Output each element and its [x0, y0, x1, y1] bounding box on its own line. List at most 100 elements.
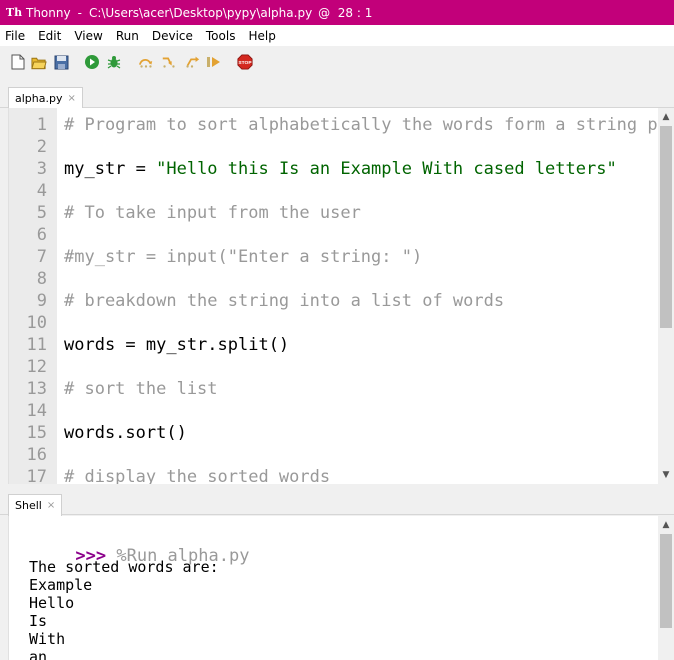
line-number: 7	[36, 247, 47, 267]
thonny-icon: Th	[5, 6, 23, 19]
resume-icon[interactable]	[206, 54, 222, 70]
title-bar[interactable]: Th Thonny - C:\Users\acer\Desktop\pypy\a…	[0, 0, 674, 25]
shell-tab-strip: Shell ×	[0, 491, 674, 516]
menu-edit[interactable]: Edit	[33, 29, 69, 43]
stop-icon[interactable]: STOP	[237, 54, 253, 70]
shell-output-line: Hello	[29, 594, 75, 612]
debug-icon[interactable]	[106, 54, 122, 70]
code-line: 6	[9, 224, 659, 246]
menu-help[interactable]: Help	[243, 29, 283, 43]
close-icon[interactable]: ×	[47, 500, 55, 511]
shell-output-line: The sorted words are:	[29, 558, 219, 576]
run-icon[interactable]	[84, 54, 100, 70]
line-number: 10	[26, 313, 47, 333]
editor-scroll-thumb[interactable]	[660, 126, 672, 328]
tab-label: Shell	[15, 499, 42, 512]
step-out-icon[interactable]	[184, 54, 200, 70]
code-line: 3 my_str = "Hello this Is an Example With…	[9, 158, 659, 180]
code-token: my_str =	[64, 159, 157, 179]
scroll-up-icon[interactable]: ▲	[658, 110, 674, 124]
tab-alpha-py[interactable]: alpha.py ×	[8, 87, 83, 109]
code-line: 5 # To take input from the user	[9, 202, 659, 224]
code-text: words.sort()	[64, 422, 187, 444]
code-token: words.sort()	[64, 423, 187, 443]
code-text: # To take input from the user	[64, 202, 361, 224]
code-text: # display the sorted words	[64, 466, 330, 484]
shell-scroll-thumb[interactable]	[660, 534, 672, 628]
line-number: 15	[26, 423, 47, 443]
code-line: 4	[9, 180, 659, 202]
shell-panel[interactable]: >>> %Run alpha.py The sorted words are: …	[8, 516, 674, 660]
shell-output-line: an	[29, 648, 48, 660]
menu-view[interactable]: View	[69, 29, 110, 43]
tab-shell[interactable]: Shell ×	[8, 494, 63, 516]
code-line: 10	[9, 312, 659, 334]
code-line: 17 # display the sorted words	[9, 466, 659, 484]
code-text: #my_str = input("Enter a string: ")	[64, 246, 422, 268]
code-text: # Program to sort alphabetically the wor…	[64, 114, 668, 136]
open-icon[interactable]	[31, 54, 47, 70]
cursor-position: @ 28 : 1	[318, 5, 373, 20]
line-number: 8	[36, 269, 47, 289]
code-line: 2	[9, 136, 659, 158]
shell-output-line: Is	[29, 612, 48, 630]
line-number: 13	[26, 379, 47, 399]
save-icon[interactable]	[53, 54, 69, 70]
close-icon[interactable]: ×	[67, 93, 75, 104]
shell-output-line: Example	[29, 576, 93, 594]
menu-device[interactable]: Device	[147, 29, 201, 43]
shell-scrollbar[interactable]: ▲	[658, 516, 674, 660]
line-number: 14	[26, 401, 47, 421]
code-comment: # display the sorted words	[64, 467, 331, 484]
code-line: 9 # breakdown the string into a list of w…	[9, 290, 659, 312]
toolbar: STOP	[0, 46, 674, 80]
code-token: words = my_str.split()	[64, 335, 290, 355]
code-line: 7 #my_str = input("Enter a string: ")	[9, 246, 659, 268]
code-line: 8	[9, 268, 659, 290]
code-comment: # To take input from the user	[64, 203, 361, 223]
menu-file[interactable]: File	[0, 29, 33, 43]
shell-output-line: With	[29, 630, 66, 648]
editor-scrollbar[interactable]: ▲ ▼	[658, 108, 674, 484]
thonny-window: Th Thonny - C:\Users\acer\Desktop\pypy\a…	[0, 0, 674, 660]
editor-tab-strip: alpha.py ×	[0, 84, 674, 109]
code-line: 13 # sort the list	[9, 378, 659, 400]
line-number: 5	[36, 203, 47, 223]
code-line: 11 words = my_str.split()	[9, 334, 659, 356]
line-number: 2	[36, 137, 47, 157]
title-separator: -	[77, 5, 82, 20]
code-text: my_str = "Hello this Is an Example With …	[64, 158, 617, 180]
code-line: 1 # Program to sort alphabetically the wo…	[9, 114, 668, 136]
scroll-up-icon[interactable]: ▲	[658, 518, 674, 532]
line-number: 12	[26, 357, 47, 377]
code-text: # breakdown the string into a list of wo…	[64, 290, 504, 312]
app-name: Thonny	[26, 5, 71, 20]
stop-label: STOP	[238, 60, 252, 66]
line-number: 1	[36, 115, 47, 135]
menu-bar: File Edit View Run Device Tools Help	[0, 25, 674, 46]
code-line: 16	[9, 444, 659, 466]
line-number: 17	[26, 467, 47, 484]
file-path: C:\Users\acer\Desktop\pypy\alpha.py	[88, 5, 313, 20]
line-number: 16	[26, 445, 47, 465]
menu-tools[interactable]: Tools	[201, 29, 244, 43]
code-comment: # breakdown the string into a list of wo…	[64, 291, 505, 311]
code-line: 14	[9, 400, 659, 422]
code-comment: # sort the list	[64, 379, 218, 399]
scroll-down-icon[interactable]: ▼	[658, 468, 674, 482]
line-number: 11	[26, 335, 47, 355]
step-over-icon[interactable]	[138, 54, 154, 70]
code-comment: #my_str = input("Enter a string: ")	[64, 247, 423, 267]
line-number: 9	[36, 291, 47, 311]
code-line: 15 words.sort()	[9, 422, 659, 444]
menu-run[interactable]: Run	[111, 29, 147, 43]
line-number: 4	[36, 181, 47, 201]
line-number: 6	[36, 225, 47, 245]
code-comment: # Program to sort alphabetically the wor…	[64, 115, 668, 135]
code-editor[interactable]: 1 # Program to sort alphabetically the wo…	[8, 108, 674, 484]
new-icon[interactable]	[10, 54, 26, 70]
step-into-icon[interactable]	[161, 54, 177, 70]
tab-label: alpha.py	[15, 92, 63, 105]
line-number: 3	[36, 159, 47, 179]
code-text: # sort the list	[64, 378, 218, 400]
